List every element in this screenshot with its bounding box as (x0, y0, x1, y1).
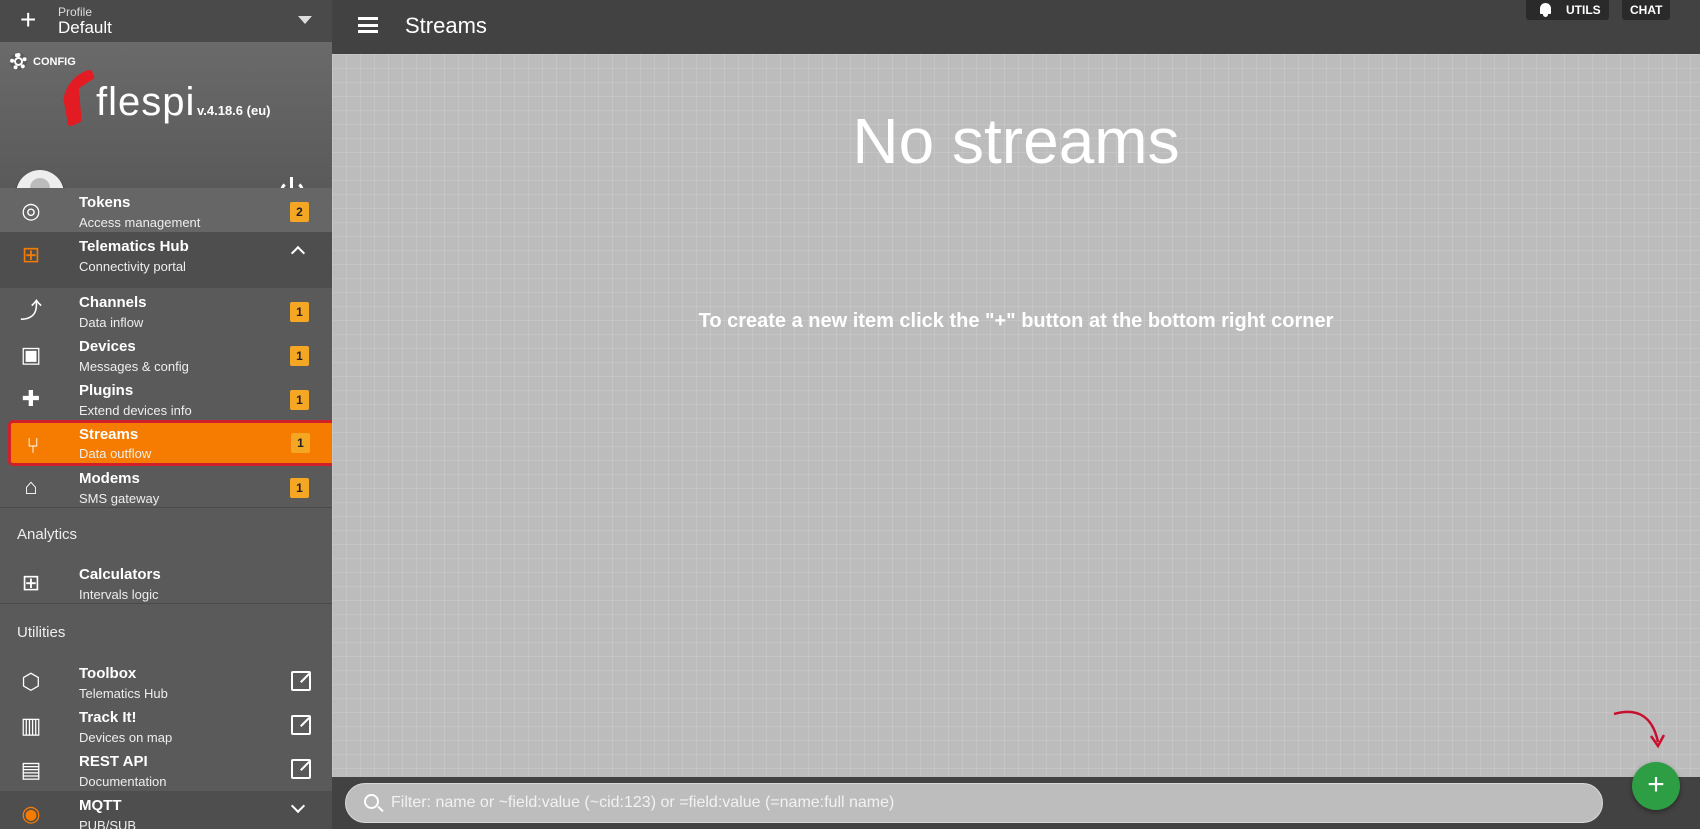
version-label: v.4.18.6 (eu) (197, 103, 271, 118)
gear-icon (10, 53, 27, 70)
external-link-icon[interactable] (291, 759, 311, 779)
sidebar-item-channels[interactable]: ⤴ Channels Data inflow 1 (0, 288, 332, 332)
brand-panel: CONFIG flespi v.4.18.6 (eu) (0, 42, 332, 218)
profile-label: Profile (58, 5, 93, 19)
profile-value: Default (58, 18, 112, 37)
map-icon: ▥ (20, 713, 42, 738)
device-icon: ▣ (20, 342, 42, 367)
sidebar-item-title: Plugins (79, 382, 134, 399)
sidebar: + Profile Default CONFIG flespi v.4.18.6… (0, 0, 332, 829)
curved-arrow-icon (1613, 710, 1666, 749)
count-badge: 1 (290, 302, 309, 322)
external-link-icon[interactable] (291, 715, 311, 735)
sidebar-item-title: REST API (79, 753, 148, 770)
merge-icon: ⤴ (19, 298, 42, 323)
chevron-up-icon[interactable] (290, 245, 306, 261)
sidebar-item-title: Track It! (79, 709, 137, 726)
sidebar-item-subtitle: Data inflow (79, 315, 144, 330)
sidebar-item-title: Toolbox (79, 665, 137, 682)
sidebar-item-title: Tokens (79, 194, 131, 211)
fork-arrow-icon: ⑂ (26, 433, 40, 458)
sidebar-item-subtitle: Telematics Hub (79, 686, 168, 701)
section-utilities: Utilities (17, 624, 66, 641)
add-stream-button[interactable]: + (1632, 762, 1680, 810)
utils-button[interactable]: UTILS (1558, 0, 1609, 20)
app-root: + Profile Default CONFIG flespi v.4.18.6… (0, 0, 1700, 829)
page-title: Streams (405, 13, 487, 38)
sidebar-item-streams[interactable]: ⑂ Streams Data outflow 1 (8, 420, 332, 466)
section-analytics: Analytics (17, 526, 78, 543)
sidebar-item-title: Calculators (79, 566, 161, 583)
external-link-icon[interactable] (291, 671, 311, 691)
sidebar-item-devices[interactable]: ▣ Devices Messages & config 1 (0, 332, 332, 376)
sidebar-item-title: Streams (79, 426, 139, 443)
sidebar-item-subtitle: Intervals logic (79, 587, 159, 602)
flespi-logo: flespi (60, 70, 200, 130)
logo-text: flespi (96, 80, 196, 124)
top-header: Streams UTILS CHAT (332, 0, 1700, 54)
menu-icon[interactable] (358, 17, 378, 33)
sidebar-item-title: Modems (79, 470, 140, 487)
cube-icon: ⬡ (21, 669, 41, 694)
config-label: CONFIG (33, 55, 76, 68)
sidebar-item-calculators[interactable]: ⊞ Calculators Intervals logic (0, 560, 332, 604)
sidebar-item-title: Devices (79, 338, 136, 355)
sidebar-item-title: Channels (79, 294, 147, 311)
count-badge: 1 (290, 346, 309, 366)
count-badge: 1 (290, 390, 309, 410)
book-icon: ▤ (20, 757, 42, 782)
sidebar-item-tokens[interactable]: ◎ Tokens Access management 2 (0, 188, 332, 232)
calculator-icon: ⊞ (21, 570, 41, 595)
search-box[interactable] (345, 783, 1603, 823)
count-badge: 1 (290, 478, 309, 498)
empty-state-title: No streams (852, 105, 1180, 177)
sidebar-item-rest-api[interactable]: ▤ REST API Documentation (0, 747, 332, 791)
filter-bar (332, 777, 1700, 829)
sidebar-item-subtitle: Data outflow (79, 446, 152, 461)
count-badge: 1 (291, 433, 310, 453)
sidebar-item-subtitle: SMS gateway (79, 491, 160, 506)
profile-selector[interactable]: + Profile Default (0, 0, 332, 42)
sidebar-item-plugins[interactable]: ✚ Plugins Extend devices info 1 (0, 376, 332, 420)
add-profile-icon[interactable]: + (20, 6, 36, 34)
chevron-down-icon[interactable] (290, 798, 306, 814)
empty-state-hint: To create a new item click the "+" butto… (698, 310, 1334, 332)
puzzle-icon: ✚ (21, 386, 41, 411)
count-badge: 2 (290, 202, 309, 222)
sidebar-item-title: Telematics Hub (79, 238, 189, 255)
sidebar-item-subtitle: Connectivity portal (79, 259, 186, 274)
config-button[interactable]: CONFIG (10, 53, 76, 70)
router-icon: ⌂ (24, 474, 38, 499)
sidebar-item-subtitle: PUB/SUB (79, 818, 137, 829)
main-content: No streams To create a new item click th… (332, 54, 1700, 777)
search-icon (364, 794, 379, 809)
filter-input[interactable] (391, 784, 1591, 822)
sidebar-item-telematics-hub[interactable]: ⊞ Telematics Hub Connectivity portal (0, 232, 332, 288)
sitemap-icon: ⊞ (21, 242, 41, 267)
caret-down-icon[interactable] (298, 16, 312, 24)
sidebar-item-track-it[interactable]: ▥ Track It! Devices on map (0, 703, 332, 747)
sidebar-item-toolbox[interactable]: ⬡ Toolbox Telematics Hub (0, 659, 332, 703)
sidebar-item-subtitle: Messages & config (79, 359, 189, 374)
chat-button[interactable]: CHAT (1622, 0, 1671, 20)
broadcast-icon: ◉ (21, 801, 41, 826)
sidebar-item-mqtt[interactable]: ◉ MQTT PUB/SUB (0, 791, 332, 829)
fingerprint-icon: ◎ (21, 198, 41, 223)
sidebar-item-title: MQTT (79, 797, 122, 814)
sidebar-item-subtitle: Access management (79, 215, 201, 230)
sidebar-item-subtitle: Extend devices info (79, 403, 192, 418)
sidebar-item-subtitle: Devices on map (79, 730, 173, 745)
sidebar-item-modems[interactable]: ⌂ Modems SMS gateway 1 (0, 464, 332, 508)
sidebar-item-subtitle: Documentation (79, 774, 167, 789)
